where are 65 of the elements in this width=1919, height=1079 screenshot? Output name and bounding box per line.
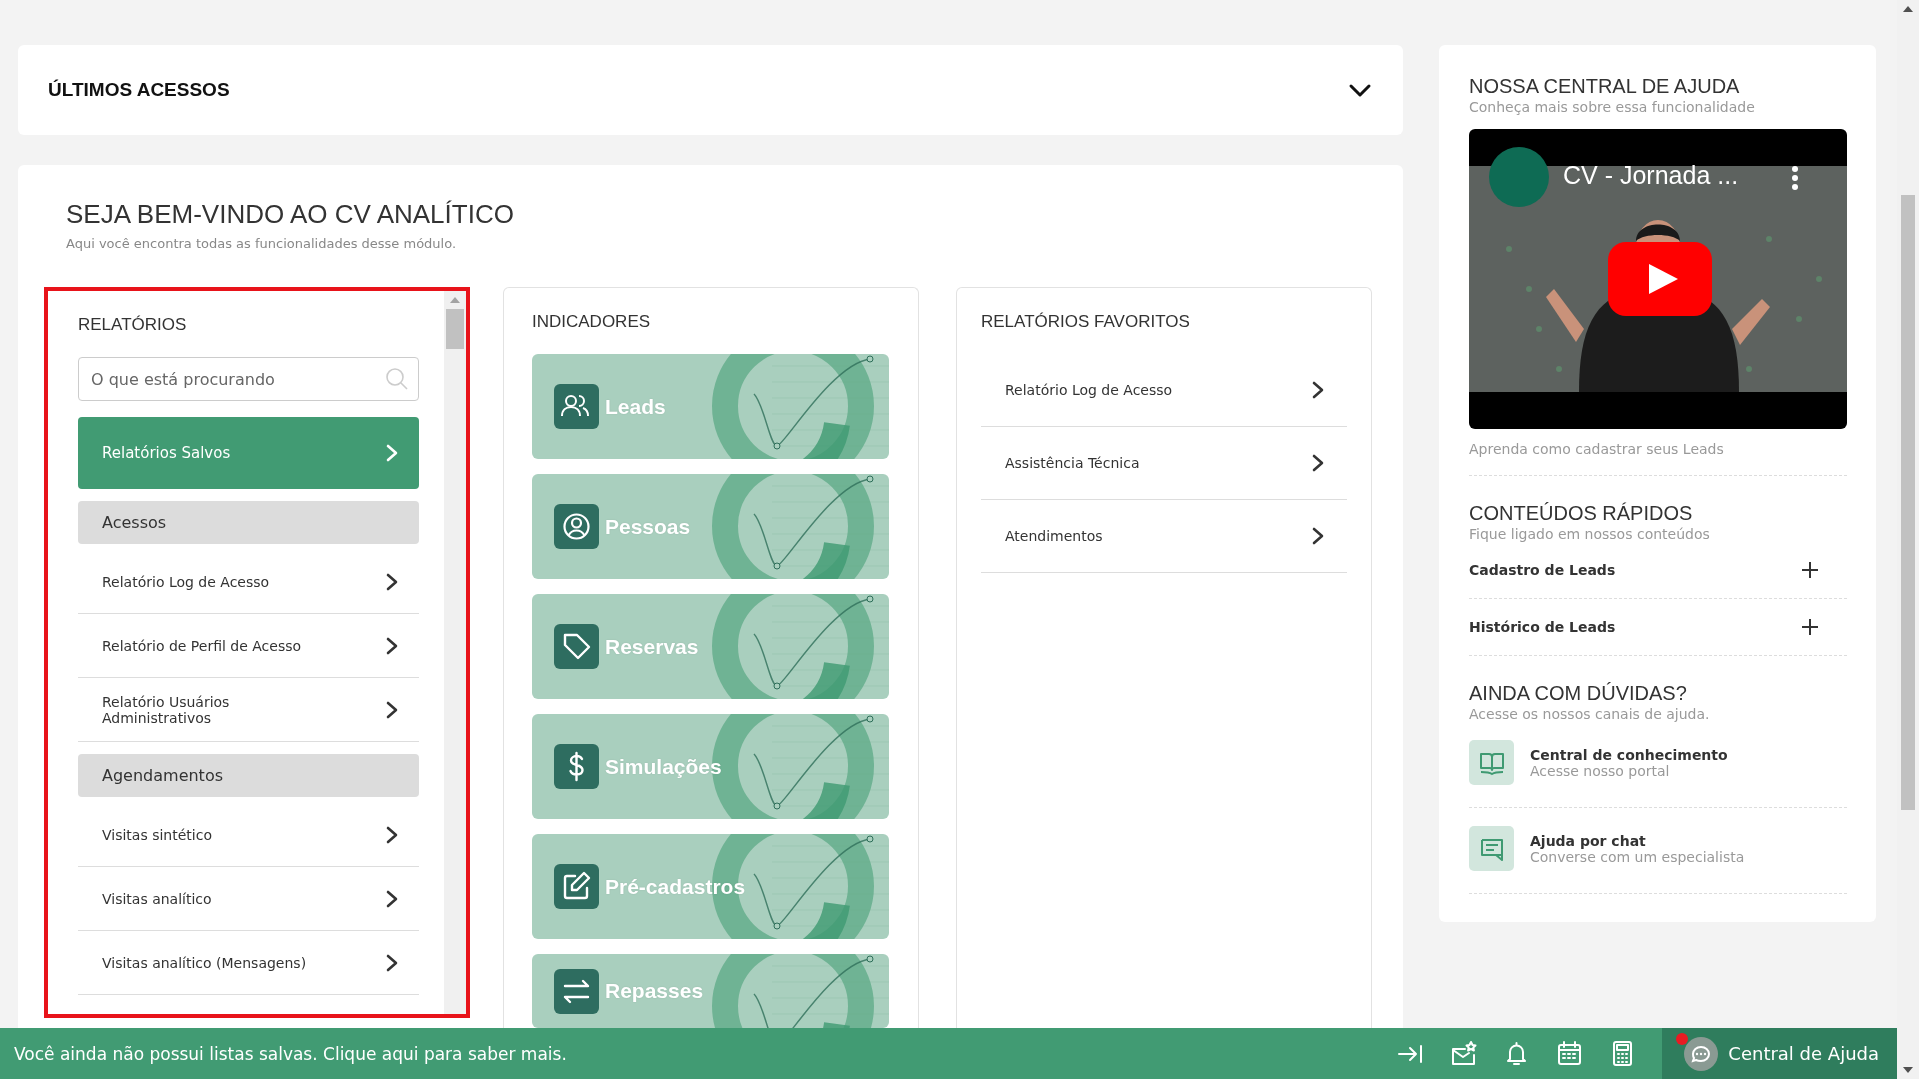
section-title: ÚLTIMOS ACESSOS [48, 79, 230, 101]
chat-bubble-icon [1684, 1036, 1719, 1071]
panel-title: RELATÓRIOS [78, 315, 188, 335]
help-channel-link[interactable]: Central de conhecimento Acesse nosso portal [1469, 722, 1847, 808]
favorite-report-item[interactable]: Assistência Técnica [981, 427, 1347, 500]
mail-star-icon[interactable] [1450, 1040, 1478, 1067]
panel-title: RELATÓRIOS FAVORITOS [981, 312, 1191, 332]
play-button-icon[interactable] [1608, 242, 1712, 316]
section-subtitle: Conheça mais sobre essa funcionalidade [1469, 99, 1756, 115]
channel-subtitle: Acesse nosso portal [1530, 762, 1671, 779]
page-subtitle: Aqui você encontra todas as funcionalidades desse módulo. [66, 236, 458, 251]
tag-icon [554, 624, 599, 669]
search-field[interactable]: O que está procurando [78, 357, 419, 401]
chevron-right-icon [385, 825, 399, 844]
calendar-icon[interactable] [1556, 1040, 1584, 1067]
video-title[interactable]: CV - Jornada ... [1563, 161, 1739, 190]
collapsible-header[interactable]: ÚLTIMOS ACESSOS [18, 45, 1403, 135]
scroll-thumb[interactable] [1901, 195, 1915, 810]
section-title: AINDA COM DÚVIDAS? [1469, 682, 1688, 705]
favorite-report-item[interactable]: Atendimentos [981, 500, 1347, 573]
help-center-button[interactable]: Central de Ajuda [1662, 1028, 1897, 1079]
edit-icon [554, 864, 599, 909]
chevron-right-icon [385, 953, 399, 972]
report-item[interactable]: Relatório Log de Acesso [78, 550, 419, 614]
search-icon [385, 367, 409, 391]
scroll-thumb[interactable] [446, 309, 464, 349]
section-subtitle: Fique ligado em nossos conteúdos [1469, 526, 1711, 542]
panel-title: INDICADORES [532, 312, 652, 332]
swap-arrows-icon [554, 968, 599, 1014]
accordion-item[interactable]: Cadastro de Leads [1469, 542, 1847, 599]
favorite-report-item[interactable]: Relatório Log de Acesso [981, 354, 1347, 427]
report-item[interactable]: Visitas analítico (Mensagens) [78, 931, 419, 995]
accordion-item[interactable]: Histórico de Leads [1469, 599, 1847, 656]
chevron-right-icon [385, 889, 399, 908]
channel-title: Ajuda por chat [1530, 832, 1647, 849]
chevron-right-icon [385, 700, 399, 719]
group-header: Agendamentos [78, 754, 419, 797]
page-title: SEJA BEM-VINDO AO CV ANALÍTICO [66, 199, 515, 230]
report-item[interactable]: Visitas analítico [78, 867, 419, 931]
help-channel-link[interactable]: Ajuda por chat Converse com um especialista [1469, 808, 1847, 894]
scroll-down-icon[interactable] [1902, 1066, 1914, 1074]
section-subtitle: Acesse os nossos canais de ajuda. [1469, 706, 1711, 722]
people-icon [554, 384, 599, 429]
section-title: CONTEÚDOS RÁPIDOS [1469, 502, 1694, 525]
report-item[interactable]: Relatório de Perfil de Acesso [78, 614, 419, 678]
chat-icon [1469, 826, 1514, 871]
scroll-up-icon[interactable] [1902, 5, 1914, 13]
chevron-right-icon [1311, 454, 1325, 472]
scrollbar[interactable] [444, 291, 466, 1014]
group-header: Acessos [78, 501, 419, 544]
channel-title: Central de conhecimento [1530, 746, 1728, 763]
section-title: NOSSA CENTRAL DE AJUDA [1469, 75, 1741, 98]
chevron-right-icon [1311, 381, 1325, 399]
chevron-right-icon [385, 444, 399, 462]
book-icon [1469, 740, 1514, 785]
video-caption: Aprenda como cadastrar seus Leads [1469, 441, 1847, 476]
chevron-right-icon [1311, 527, 1325, 545]
channel-subtitle: Converse com um especialista [1530, 848, 1745, 865]
chevron-right-icon [385, 572, 399, 591]
video-player[interactable]: CV - Jornada ... [1469, 129, 1847, 429]
dollar-icon [554, 744, 599, 789]
report-item[interactable]: Relatório Usuários Administrativos [78, 678, 419, 742]
report-item[interactable]: Visitas sintético [78, 803, 419, 867]
more-options-icon[interactable] [1791, 165, 1799, 191]
chevron-right-icon [385, 636, 399, 655]
